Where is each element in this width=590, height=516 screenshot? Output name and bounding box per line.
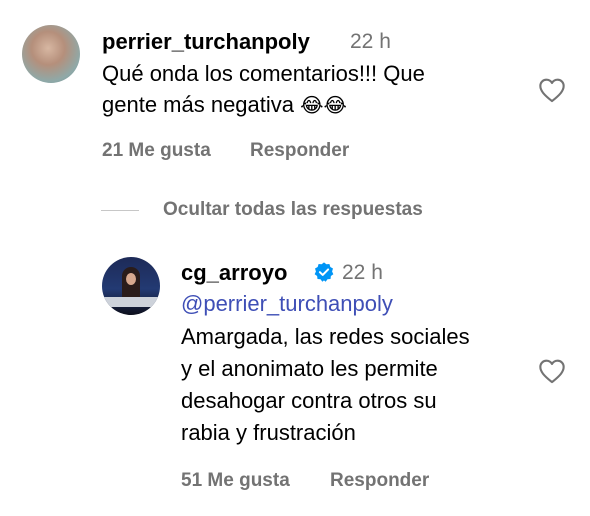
comment-reply-button[interactable]: Responder [250,140,349,162]
reply-text-line-1: Amargada, las redes sociales [181,324,470,349]
comment-likes[interactable]: 21 Me gusta [102,140,211,162]
reply-likes[interactable]: 51 Me gusta [181,470,290,492]
reply-username[interactable]: cg_arroyo [181,260,287,286]
verified-badge-icon [314,262,334,282]
comment-text-line-1: Qué onda los comentarios!!! Que [102,61,425,86]
avatar[interactable] [102,257,160,315]
hide-replies-button[interactable]: Ocultar todas las respuestas [163,199,423,221]
laughing-emoji: 😂😂 [300,93,347,117]
comment-text: gente más negativa [102,92,295,117]
heart-icon[interactable] [538,77,566,103]
heart-icon[interactable] [538,358,566,384]
avatar-desk [102,297,160,307]
reply-text-line-4: rabia y frustración [181,420,356,445]
reply-text-line-3: desahogar contra otros su [181,388,437,413]
avatar-face [126,273,136,285]
reply-text-line-2: y el anonimato les permite [181,356,438,381]
comment-time: 22 h [350,30,391,53]
reply-mention-link[interactable]: @perrier_turchanpoly [181,288,393,320]
replies-divider [101,210,139,211]
reply-reply-button[interactable]: Responder [330,470,429,492]
avatar[interactable] [22,25,80,83]
comment-text-line-2: gente más negativa 😂😂 [102,89,347,121]
reply-time: 22 h [342,261,383,284]
comment-username[interactable]: perrier_turchanpoly [102,29,310,55]
